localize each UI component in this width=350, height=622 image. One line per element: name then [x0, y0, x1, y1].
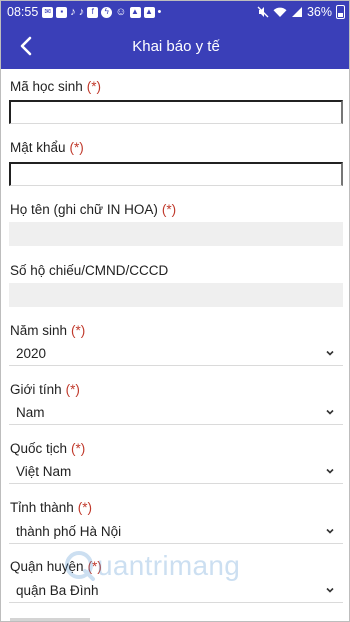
viber-icon: ☺ — [115, 5, 127, 18]
image-icon: ▲ — [129, 6, 141, 18]
full-name-label: Họ tên (ghi chữ IN HOA) (*) — [10, 202, 177, 217]
battery-percent: 36% — [306, 5, 332, 19]
screen: 08:55 ✉ ▪ ♪ ♪ f ϟ ☺ ▲ ▲ • 36% Khai báo y… — [0, 0, 350, 622]
back-button[interactable] — [9, 29, 43, 63]
battery-icon — [336, 5, 345, 19]
required-mark: (*) — [65, 382, 80, 397]
district-value: quận Ba Đình — [16, 583, 99, 598]
province-select[interactable]: thành phố Hà Nội — [9, 520, 343, 544]
next-field-label-partial — [10, 618, 90, 621]
student-id-input[interactable] — [9, 100, 343, 124]
messenger-icon: ϟ — [101, 6, 113, 18]
gender-select[interactable]: Nam — [9, 401, 343, 425]
nationality-value: Việt Nam — [16, 464, 72, 479]
province-value: thành phố Hà Nội — [16, 524, 122, 539]
system-status: 36% — [257, 5, 345, 19]
chevron-down-icon — [326, 528, 334, 534]
nationality-label: Quốc tịch (*) — [10, 441, 86, 456]
signal-icon — [291, 7, 302, 17]
app-bar: Khai báo y tế — [1, 23, 349, 69]
tiktok-icon: ♪ — [78, 5, 85, 18]
watermark-text: uantrimang — [97, 550, 241, 581]
facebook-icon: f — [87, 6, 99, 18]
status-time: 08:55 — [7, 5, 39, 19]
required-mark: (*) — [161, 202, 177, 217]
nationality-select[interactable]: Việt Nam — [9, 460, 343, 484]
required-mark: (*) — [71, 323, 86, 338]
birth-year-label: Năm sinh (*) — [10, 323, 86, 338]
student-id-label: Mã học sinh (*) — [10, 79, 102, 94]
birth-year-value: 2020 — [16, 346, 47, 361]
photos-icon: ▲ — [143, 6, 155, 18]
id-number-input[interactable] — [9, 283, 343, 307]
chevron-down-icon — [326, 350, 334, 356]
password-label: Mật khẩu (*) — [10, 140, 84, 155]
birth-year-select[interactable]: 2020 — [9, 342, 343, 366]
gender-label: Giới tính (*) — [10, 382, 80, 397]
password-input[interactable] — [9, 162, 343, 186]
id-number-label: Số hộ chiếu/CMND/CCCD — [10, 263, 169, 278]
page-title: Khai báo y tế — [132, 37, 220, 55]
chevron-down-icon — [326, 468, 334, 474]
status-bar: 08:55 ✉ ▪ ♪ ♪ f ϟ ☺ ▲ ▲ • 36% — [1, 1, 349, 23]
mute-icon — [257, 6, 269, 18]
wifi-icon — [273, 7, 287, 17]
required-mark: (*) — [86, 79, 102, 94]
chevron-down-icon — [326, 587, 334, 593]
required-mark: (*) — [71, 441, 86, 456]
required-mark: (*) — [77, 500, 93, 515]
chevron-left-icon — [20, 36, 32, 56]
hd-icon: ▪ — [56, 6, 68, 18]
dot-icon: • — [157, 5, 162, 18]
province-label: Tỉnh thành (*) — [10, 500, 93, 515]
chevron-down-icon — [326, 409, 334, 415]
district-label: Quận huyện (*) — [10, 559, 102, 574]
tiktok-icon: ♪ — [70, 5, 76, 18]
district-select[interactable]: quận Ba Đình — [9, 579, 343, 603]
required-mark: (*) — [87, 559, 102, 574]
gender-value: Nam — [16, 405, 45, 420]
notification-icons: ✉ ▪ ♪ ♪ f ϟ ☺ ▲ ▲ • — [42, 5, 162, 18]
sms-icon: ✉ — [42, 6, 54, 18]
full-name-input[interactable] — [9, 222, 343, 246]
required-mark: (*) — [69, 140, 84, 155]
